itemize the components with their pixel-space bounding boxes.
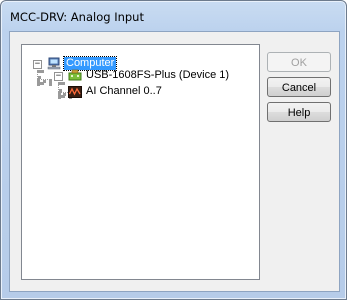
device-tree[interactable]: − Computer − USB-1608FS-Plus (Device 1) … — [21, 44, 260, 280]
collapse-icon[interactable]: − — [33, 60, 42, 69]
cancel-button[interactable]: Cancel — [267, 77, 331, 97]
analog-input-icon — [68, 86, 82, 101]
tree-connector — [37, 79, 52, 83]
usb-device-icon — [68, 69, 82, 85]
title-bar[interactable]: MCC-DRV: Analog Input — [1, 1, 346, 31]
help-button[interactable]: Help — [267, 102, 331, 122]
window-title: MCC-DRV: Analog Input — [10, 10, 144, 24]
ok-button[interactable]: OK — [267, 52, 331, 72]
tree-node-label[interactable]: USB-1608FS-Plus (Device 1) — [86, 69, 229, 82]
dialog-window: MCC-DRV: Analog Input − Computer − USB-1… — [0, 0, 347, 300]
dialog-client-area: − Computer − USB-1608FS-Plus (Device 1) … — [9, 31, 340, 292]
collapse-icon[interactable]: − — [54, 72, 63, 81]
tree-node-label[interactable]: AI Channel 0..7 — [86, 85, 162, 98]
